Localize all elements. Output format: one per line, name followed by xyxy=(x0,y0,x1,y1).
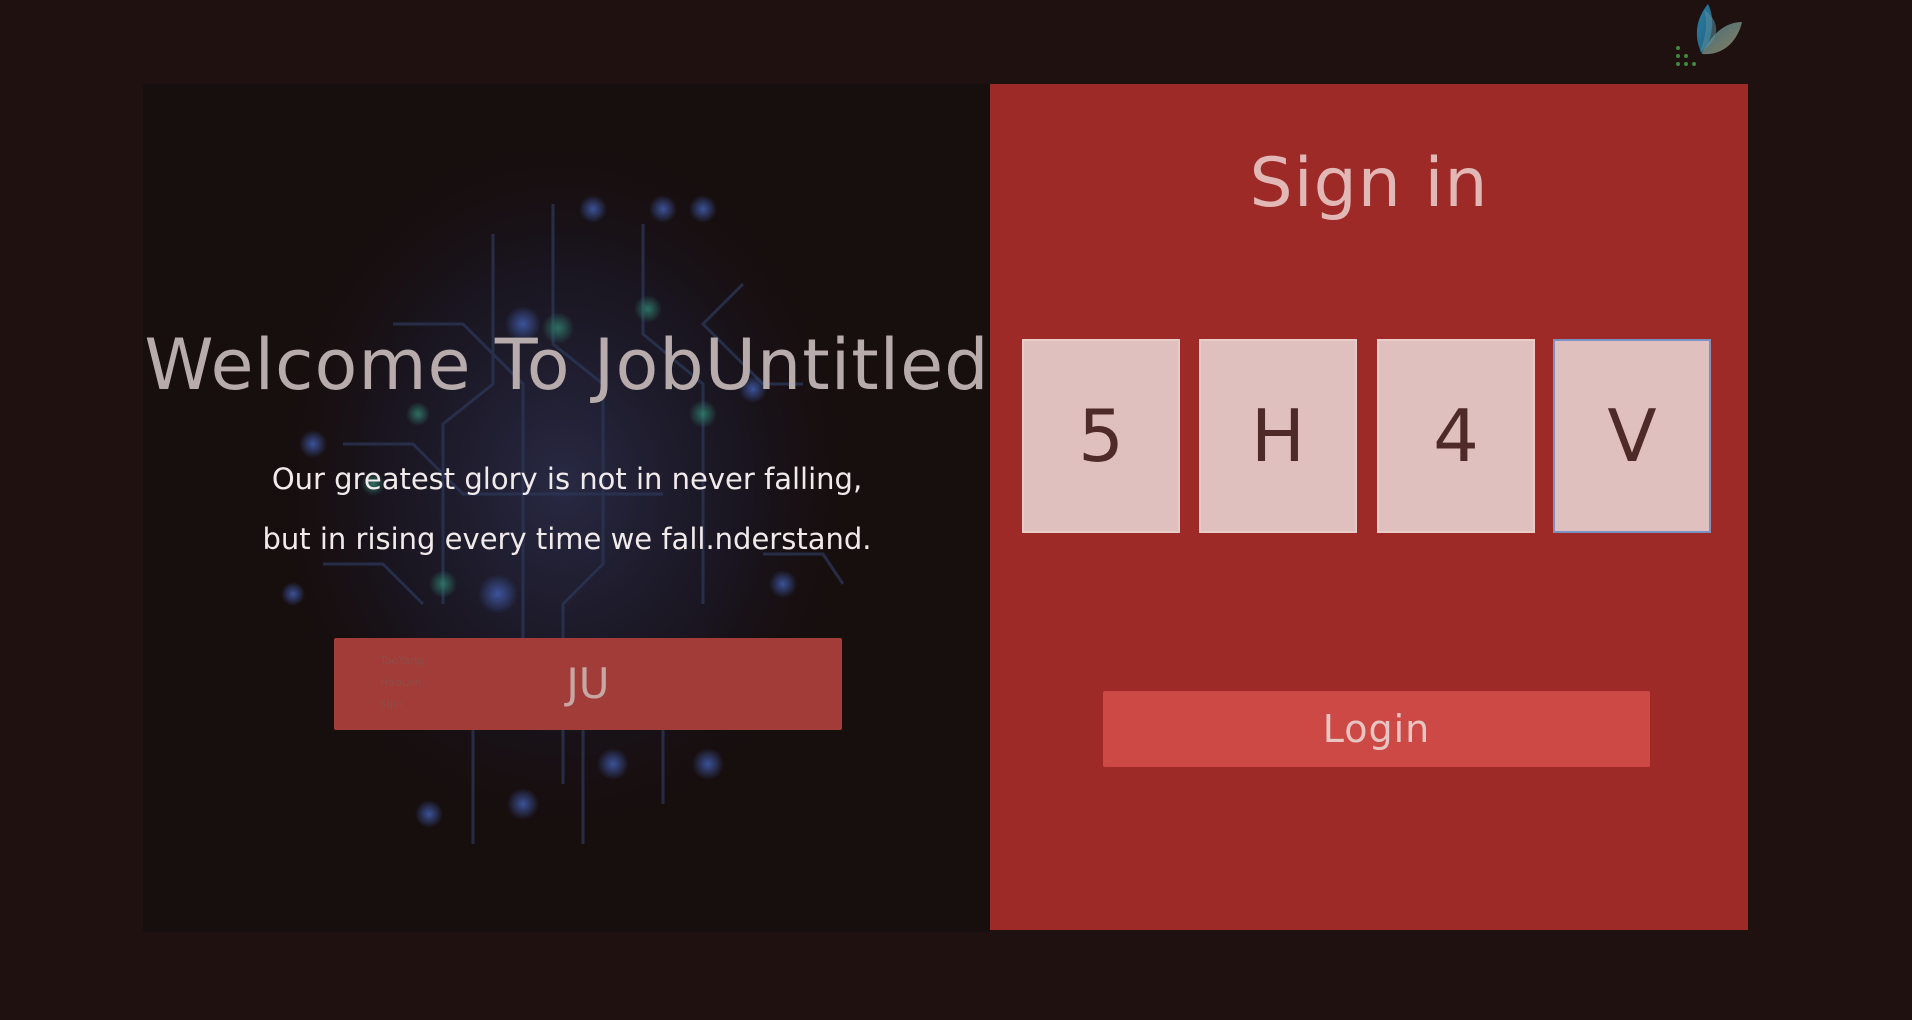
code-input-1[interactable]: 5 xyxy=(1022,339,1180,533)
ju-button[interactable]: TaoYang HaoLeh Sijin JU xyxy=(334,638,842,730)
code-input-4[interactable]: V xyxy=(1553,339,1711,533)
quote-line-1: Our greatest glory is not in never falli… xyxy=(271,462,863,496)
welcome-title: Welcome To JobUntitled xyxy=(144,324,990,406)
quote-line-2: but in rising every time we fall.ndersta… xyxy=(262,522,872,556)
login-page: Welcome To JobUntitled Our greatest glor… xyxy=(0,0,1912,1020)
leaf-logo-icon xyxy=(1676,4,1742,66)
signin-title: Sign in xyxy=(1249,144,1489,223)
circuit-background-image xyxy=(263,124,863,844)
welcome-panel: Welcome To JobUntitled Our greatest glor… xyxy=(143,84,991,932)
login-button[interactable]: Login xyxy=(1103,691,1650,767)
signin-panel: Sign in 5 H 4 V Login xyxy=(990,84,1748,930)
code-input-3[interactable]: 4 xyxy=(1377,339,1535,533)
ju-button-label: JU xyxy=(566,659,610,708)
code-input-2[interactable]: H xyxy=(1199,339,1357,533)
